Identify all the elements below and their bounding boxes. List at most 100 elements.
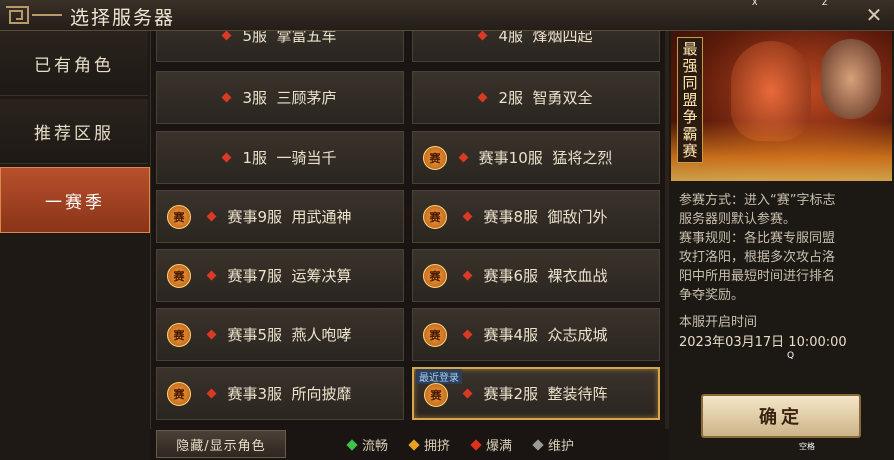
sidebar-item-label: 推荐区服 — [34, 123, 114, 144]
server-name: 用武通神 — [291, 208, 352, 226]
legend-label: 爆满 — [486, 439, 513, 454]
close-button[interactable]: ✕ — [858, 2, 890, 28]
season-badge-icon: 赛 — [423, 205, 447, 229]
server-item[interactable]: 赛 赛事3服 所向披靡 — [156, 367, 404, 420]
status-icon — [206, 329, 217, 340]
server-number: 赛事2服 — [483, 385, 538, 403]
fire-effect — [671, 121, 892, 181]
sidebar-item-label: 已有角色 — [34, 55, 114, 76]
server-item[interactable]: 1服 一骑当千 — [156, 131, 404, 184]
server-item[interactable]: 赛 赛事9服 用武通神 — [156, 190, 404, 243]
season-badge-icon: 赛 — [167, 382, 191, 406]
legend-label: 流畅 — [362, 439, 389, 454]
open-time-value: 2023年03月17日 10:00:00 — [679, 335, 847, 350]
server-name: 烽烟四起 — [532, 31, 593, 45]
sidebar-item-season-one[interactable]: 一赛季 — [0, 167, 150, 233]
server-item-selected[interactable]: 最近登录 赛 赛事2服 整装待阵 — [412, 367, 660, 420]
desc-line: 参赛方式：进入“赛”字标志 — [679, 193, 836, 208]
season-badge-icon: 赛 — [167, 205, 191, 229]
desc-line: 赛事规则：各比赛专服同盟 — [679, 231, 836, 246]
server-number: 赛事6服 — [483, 267, 538, 285]
server-name: 御敌门外 — [547, 208, 608, 226]
season-badge-icon: 赛 — [423, 323, 447, 347]
season-badge-icon: 赛 — [423, 146, 447, 170]
status-icon — [462, 388, 473, 399]
banner-title: 最强同盟争霸赛 — [677, 37, 703, 163]
status-icon — [477, 31, 488, 41]
hotkey-z-hint: Z — [822, 0, 828, 7]
server-number: 赛事7服 — [227, 267, 282, 285]
server-name: 一骑当千 — [276, 149, 337, 167]
sidebar: 已有角色 推荐区服 一赛季 — [0, 31, 151, 460]
status-icon — [221, 92, 232, 103]
confirm-label: 确定 — [759, 407, 803, 428]
server-number: 5服 — [242, 31, 267, 45]
server-item[interactable]: 赛 赛事6服 裸衣血战 — [412, 249, 660, 302]
server-number: 赛事3服 — [227, 385, 282, 403]
desc-line: 阳中所用最短时间进行排名 — [679, 269, 836, 284]
legend-label: 维护 — [548, 439, 575, 454]
legend-crowded: 拥挤 — [408, 435, 451, 454]
server-item[interactable]: 赛 赛事10服 猛将之烈 — [412, 131, 660, 184]
recent-login-tag: 最近登录 — [416, 369, 462, 384]
status-icon — [221, 152, 232, 163]
sidebar-item-recommended[interactable]: 推荐区服 — [0, 99, 148, 164]
confirm-button[interactable]: 确定 — [701, 394, 861, 438]
title-bar: 选择服务器 X Z ✕ — [0, 0, 894, 31]
server-item[interactable]: 4服 烽烟四起 — [412, 31, 660, 62]
server-list[interactable]: 5服 掌富五车 4服 烽烟四起 3服 三顾茅庐 2服 智勇双全 1服 一骑当千 … — [153, 31, 665, 429]
status-icon — [206, 270, 217, 281]
status-icon — [221, 31, 232, 41]
desc-line: 攻打洛阳，根据多次攻占洛 — [679, 250, 836, 265]
legend-label: 拥挤 — [424, 439, 451, 454]
toggle-roles-button[interactable]: 隐藏/显示角色 — [156, 430, 286, 458]
hotkey-q-hint: Q — [787, 351, 795, 361]
orange-diamond-icon — [408, 438, 420, 451]
server-name: 整装待阵 — [547, 385, 608, 403]
status-icon — [462, 270, 473, 281]
ornament-icon — [6, 6, 62, 24]
server-name: 智勇双全 — [532, 89, 593, 107]
server-item[interactable]: 2服 智勇双全 — [412, 71, 660, 124]
info-panel: 最强同盟争霸赛 参赛方式：进入“赛”字标志 服务器则默认参赛。 赛事规则：各比赛… — [669, 31, 894, 460]
server-item[interactable]: 5服 掌富五车 — [156, 31, 404, 62]
status-icon — [462, 329, 473, 340]
hotkey-x-hint: X — [752, 0, 758, 7]
server-number: 赛事5服 — [227, 326, 282, 344]
server-name: 运筹决算 — [291, 267, 352, 285]
sidebar-item-label: 一赛季 — [45, 192, 105, 213]
hotkey-space-hint: 空格 — [799, 442, 815, 451]
server-item[interactable]: 赛 赛事5服 燕人咆哮 — [156, 308, 404, 361]
status-icon — [477, 92, 488, 103]
server-name: 掌富五车 — [276, 31, 337, 45]
server-number: 赛事9服 — [227, 208, 282, 226]
toggle-roles-label: 隐藏/显示角色 — [176, 438, 266, 454]
green-diamond-icon — [346, 438, 358, 451]
server-name: 燕人咆哮 — [291, 326, 352, 344]
server-number: 4服 — [498, 31, 523, 45]
close-icon: ✕ — [865, 3, 883, 27]
gray-diamond-icon — [532, 438, 544, 451]
server-item[interactable]: 3服 三顾茅庐 — [156, 71, 404, 124]
server-name: 所向披靡 — [291, 385, 352, 403]
server-number: 赛事10服 — [478, 149, 543, 167]
status-icon — [206, 211, 217, 222]
event-description: 参赛方式：进入“赛”字标志 服务器则默认参赛。 赛事规则：各比赛专服同盟 攻打洛… — [679, 191, 889, 305]
server-item[interactable]: 赛 赛事8服 御敌门外 — [412, 190, 660, 243]
server-number: 赛事8服 — [483, 208, 538, 226]
desc-line: 争夺奖励。 — [679, 288, 745, 303]
server-name: 裸衣血战 — [547, 267, 608, 285]
sidebar-item-existing-roles[interactable]: 已有角色 — [0, 31, 148, 96]
season-badge-icon: 赛 — [424, 383, 448, 407]
legend-smooth: 流畅 — [346, 435, 389, 454]
server-name: 三顾茅庐 — [276, 89, 337, 107]
status-icon — [462, 211, 473, 222]
window-title: 选择服务器 — [70, 7, 176, 29]
open-time-label: 本服开启时间 — [679, 315, 758, 330]
season-badge-icon: 赛 — [167, 323, 191, 347]
season-badge-icon: 赛 — [167, 264, 191, 288]
server-item[interactable]: 赛 赛事4服 众志成城 — [412, 308, 660, 361]
legend-full: 爆满 — [470, 435, 513, 454]
bottom-bar: 隐藏/显示角色 流畅 拥挤 爆满 维护 — [150, 429, 669, 460]
server-item[interactable]: 赛 赛事7服 运筹决算 — [156, 249, 404, 302]
